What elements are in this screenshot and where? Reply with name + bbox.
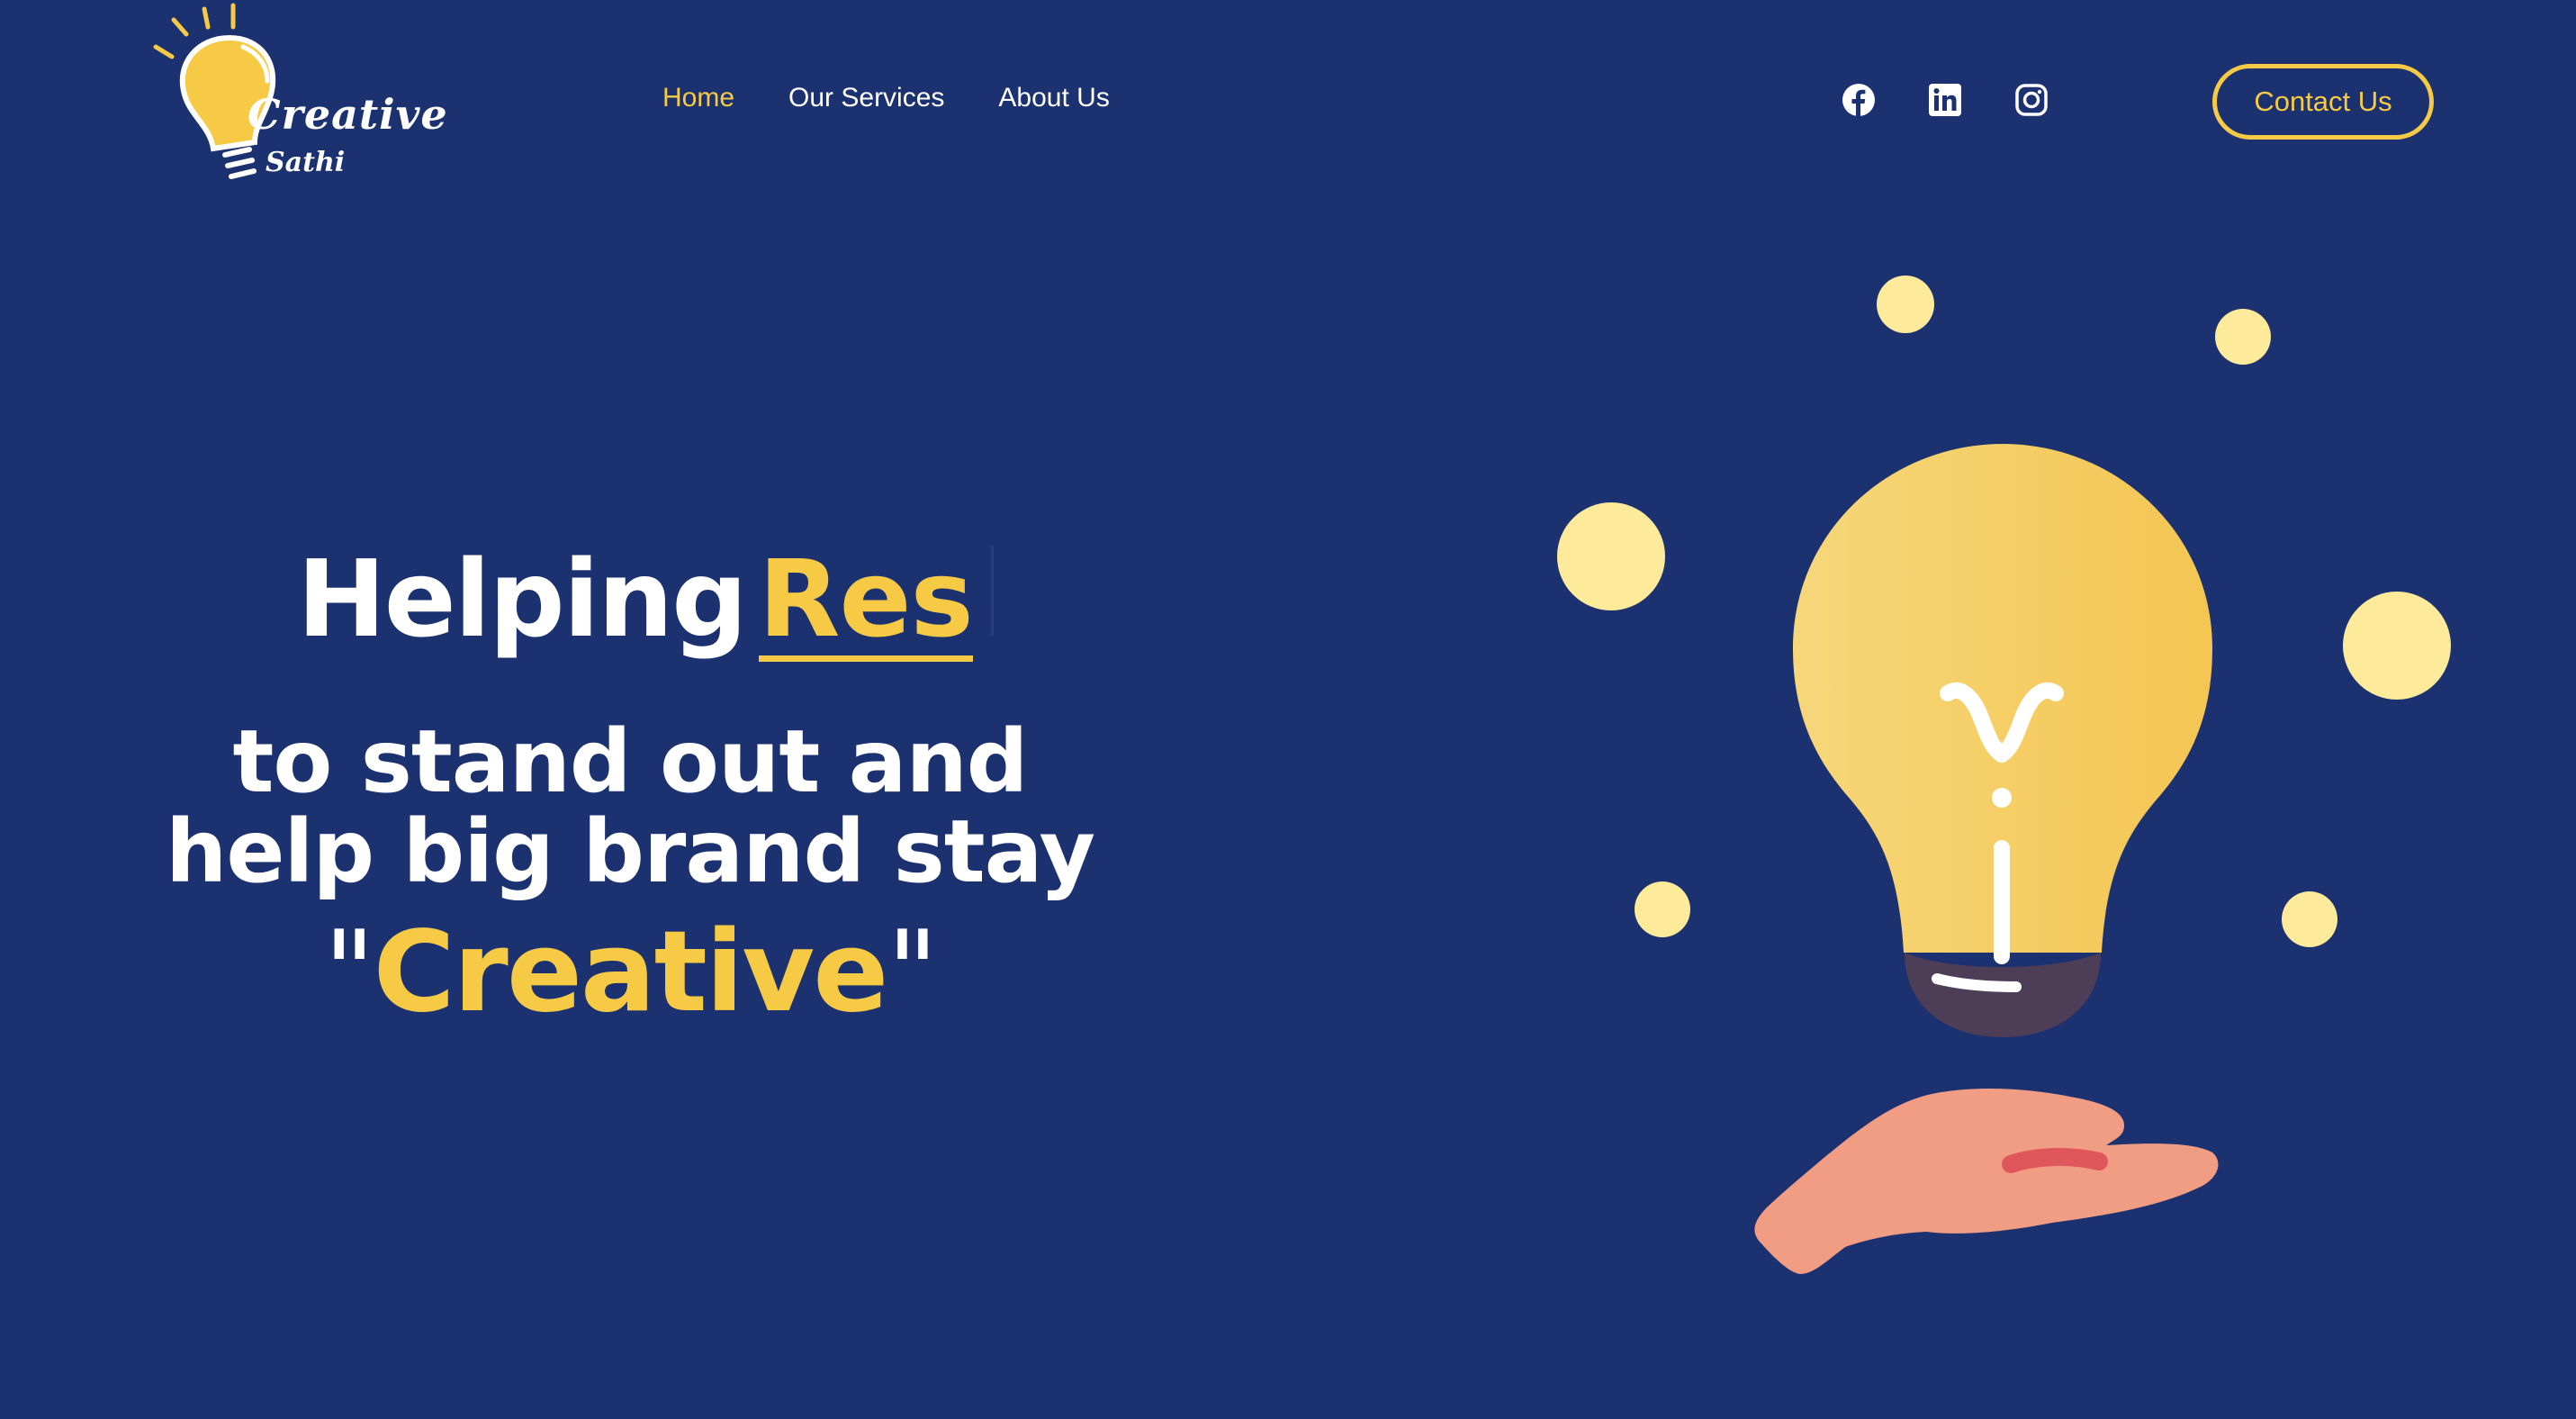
- social-links: [1842, 83, 2049, 117]
- lightbulb-hand-illustration: [1557, 276, 2451, 1274]
- hero-subline-2: help big brand stay: [165, 801, 1095, 902]
- nav-link-our-services[interactable]: Our Services: [788, 83, 944, 113]
- logo[interactable]: Creative Sathi: [149, 0, 447, 194]
- floating-dot: [2343, 592, 2451, 700]
- linkedin-icon[interactable]: [1928, 83, 1962, 117]
- hero-typed-word: Res: [758, 537, 974, 662]
- quote-open: ": [323, 908, 375, 1037]
- hero-headline: Helping Res: [297, 537, 994, 662]
- typing-cursor: [990, 546, 994, 636]
- instagram-icon[interactable]: [2014, 83, 2049, 117]
- nav-link-about-us[interactable]: About Us: [998, 83, 1109, 113]
- bulb-base: [1905, 953, 2101, 1037]
- logo-wordmark-creative: Creative: [248, 90, 448, 139]
- quote-close: ": [887, 908, 938, 1037]
- hand: [1754, 1088, 2219, 1274]
- floating-dot: [1557, 502, 1665, 610]
- floating-dot: [1877, 276, 1934, 333]
- landing-page: Creative Sathi Home Our Services About U…: [0, 0, 2576, 1419]
- floating-dot: [2282, 891, 2337, 947]
- hero-highlight: "Creative": [108, 908, 1152, 1037]
- main-nav: Home Our Services About Us: [662, 83, 1110, 113]
- logo-wordmark-sathi: Sathi: [266, 147, 346, 178]
- hero-subline-1: to stand out and: [232, 711, 1028, 812]
- contact-us-button[interactable]: Contact Us: [2212, 64, 2434, 140]
- facebook-icon[interactable]: [1842, 83, 1876, 117]
- floating-dot: [1635, 881, 1690, 937]
- floating-dot: [2215, 309, 2271, 365]
- hero-headline-prefix: Helping: [297, 537, 748, 661]
- hero-highlight-word: Creative: [373, 908, 889, 1037]
- nav-link-home[interactable]: Home: [662, 83, 734, 113]
